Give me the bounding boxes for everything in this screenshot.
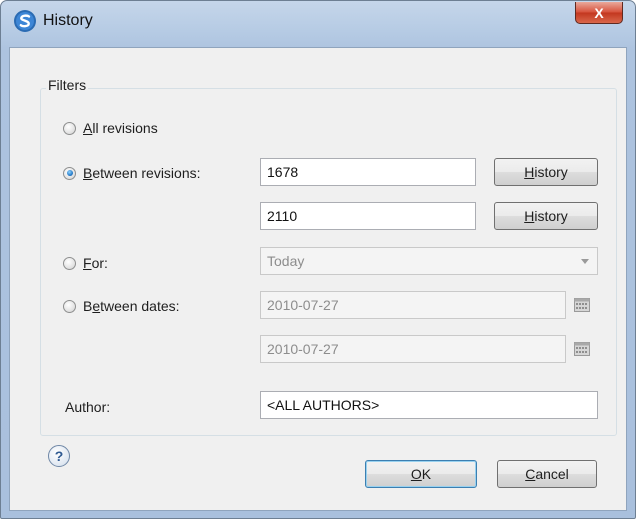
radio-all-revisions[interactable]: All revisions xyxy=(63,120,158,136)
history-button-label: History xyxy=(524,164,568,180)
radio-button-all-revisions[interactable] xyxy=(63,121,76,135)
radio-button-for[interactable] xyxy=(63,256,76,270)
author-label: Author: xyxy=(65,399,111,415)
help-glyph: ? xyxy=(54,448,64,464)
close-icon: X xyxy=(594,4,604,21)
revision-to-input[interactable]: 2110 xyxy=(260,202,476,230)
filters-legend: Filters xyxy=(46,77,89,93)
ok-button-label: OK xyxy=(410,466,432,482)
calendar-icon[interactable] xyxy=(574,298,590,312)
between-dates-label: Between dates: xyxy=(83,298,180,314)
help-icon[interactable]: ? xyxy=(48,445,70,467)
for-label: For: xyxy=(83,255,108,271)
history-button-label: History xyxy=(524,208,568,224)
radio-button-between-dates[interactable] xyxy=(63,299,76,313)
cancel-button-label: Cancel xyxy=(525,466,569,482)
chevron-down-icon xyxy=(581,259,589,264)
all-revisions-label: All revisions xyxy=(83,120,158,136)
radio-button-between-revisions[interactable] xyxy=(63,166,76,180)
for-period-select[interactable]: Today xyxy=(260,247,598,275)
date-from-input[interactable]: 2010-07-27 xyxy=(260,291,566,319)
between-revisions-label: Between revisions: xyxy=(83,165,201,181)
author-input[interactable]: <ALL AUTHORS> xyxy=(260,391,598,419)
close-button[interactable]: X xyxy=(575,2,623,24)
for-period-value: Today xyxy=(267,253,305,269)
window-title: History xyxy=(43,12,93,29)
history-button-to[interactable]: History xyxy=(494,202,598,230)
dialog-client-area: Filters All revisions Between revisions:… xyxy=(9,47,627,511)
history-button-from[interactable]: History xyxy=(494,158,598,186)
app-logo-icon xyxy=(14,10,36,32)
calendar-icon[interactable] xyxy=(574,342,590,356)
radio-for[interactable]: For: xyxy=(63,255,108,271)
revision-from-input[interactable]: 1678 xyxy=(260,158,476,186)
title-bar[interactable]: History X xyxy=(1,1,635,47)
radio-between-dates[interactable]: Between dates: xyxy=(63,298,180,314)
date-to-input[interactable]: 2010-07-27 xyxy=(260,335,566,363)
dialog-window: History X Filters All revisions Between … xyxy=(0,0,636,519)
cancel-button[interactable]: Cancel xyxy=(497,460,597,488)
ok-button[interactable]: OK xyxy=(365,460,477,488)
radio-between-revisions[interactable]: Between revisions: xyxy=(63,165,201,181)
